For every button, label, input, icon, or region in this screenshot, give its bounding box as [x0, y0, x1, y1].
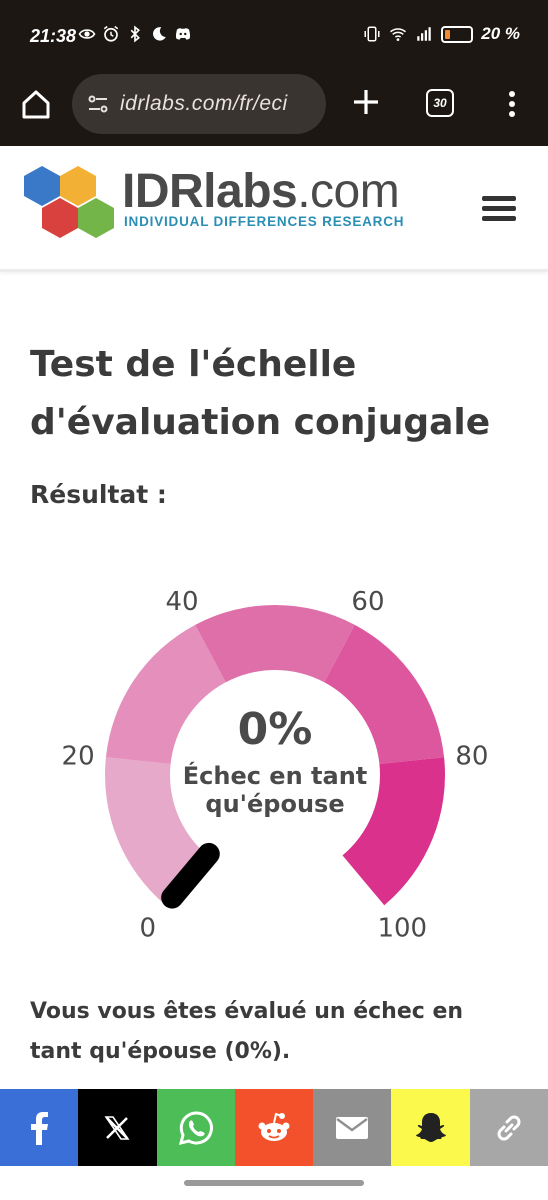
- gauge-tick-label: 100: [377, 914, 427, 940]
- gauge-tick-label: 20: [62, 741, 95, 771]
- status-bar: 21:38 20 %: [0, 0, 548, 64]
- reddit-icon: [258, 1112, 290, 1141]
- idrlabs-logo[interactable]: IDRlabs.com INDIVIDUAL DIFFERENCES RESEA…: [20, 164, 410, 244]
- site-header: IDRlabs.com INDIVIDUAL DIFFERENCES RESEA…: [0, 146, 548, 272]
- browser-toolbar: idrlabs.com/fr/eci 30: [0, 64, 548, 146]
- status-left-icons: [78, 25, 192, 43]
- link-icon: [497, 1115, 521, 1140]
- gauge-caption-line2: qu'épouse: [205, 790, 344, 818]
- moon-icon: [153, 27, 166, 41]
- result-summary: Vous vous êtes évalué un échec en tant q…: [30, 999, 464, 1064]
- gauge-value-label: 0%: [238, 704, 313, 755]
- share-facebook-button[interactable]: [0, 1089, 79, 1166]
- wifi-icon: [390, 28, 407, 41]
- email-icon: [336, 1116, 369, 1139]
- share-whatsapp-button[interactable]: [156, 1089, 235, 1166]
- gauge-tick-label: 0: [139, 914, 156, 940]
- hamburger-menu-icon[interactable]: [482, 196, 516, 224]
- site-settings-icon[interactable]: [86, 92, 110, 116]
- share-snapchat-button[interactable]: [391, 1089, 470, 1166]
- home-icon[interactable]: [16, 84, 56, 124]
- tabs-icon[interactable]: 30: [426, 89, 454, 117]
- battery-percent: 20 %: [481, 24, 520, 43]
- gauge-caption-line1: Échec en tant: [183, 761, 368, 790]
- url-text[interactable]: idrlabs.com/fr/eci: [120, 92, 288, 116]
- share-x-button[interactable]: [78, 1089, 157, 1166]
- address-bar[interactable]: idrlabs.com/fr/eci: [72, 74, 326, 134]
- discord-icon: [175, 28, 191, 40]
- bluetooth-icon: [130, 25, 140, 43]
- x-icon: [104, 1115, 130, 1140]
- plus-icon[interactable]: [348, 84, 384, 120]
- brand-name: IDRlabs.com: [122, 165, 400, 218]
- snapchat-icon: [415, 1112, 446, 1142]
- share-email-button[interactable]: [313, 1089, 392, 1166]
- more-vertical-icon[interactable]: [500, 86, 524, 122]
- hexagon-logo-icon: [24, 166, 114, 238]
- share-bar: [0, 1089, 548, 1166]
- page-title: Test de l'échelle d'évaluation conjugale: [30, 344, 491, 443]
- gauge-chart: 0 20 40 60 80 100 0% Échec en tantqu'épouse: [62, 587, 489, 944]
- status-right-icons: 20 %: [363, 24, 520, 44]
- alarm-icon: [103, 25, 119, 42]
- whatsapp-icon: [178, 1110, 213, 1145]
- signal-icon: [417, 27, 431, 41]
- share-reddit-button[interactable]: [234, 1089, 314, 1166]
- gauge-tick-label: 80: [455, 741, 488, 771]
- share-copy-link-button[interactable]: [469, 1089, 548, 1166]
- gesture-nav-pill[interactable]: [184, 1180, 364, 1186]
- brand-tagline: INDIVIDUAL DIFFERENCES RESEARCH: [124, 214, 405, 229]
- battery-icon: [441, 25, 474, 43]
- result-label: Résultat :: [30, 480, 167, 509]
- vibrate-icon: [364, 26, 380, 42]
- facebook-icon: [31, 1111, 49, 1145]
- eye-icon: [78, 29, 96, 39]
- gauge-tick-label: 60: [351, 587, 384, 617]
- status-time: 21:38: [30, 26, 77, 46]
- result-gauge: 0 20 40 60 80 100 0% Échec en tant qu'épouse: [40, 560, 510, 944]
- gauge-tick-label: 40: [165, 587, 198, 617]
